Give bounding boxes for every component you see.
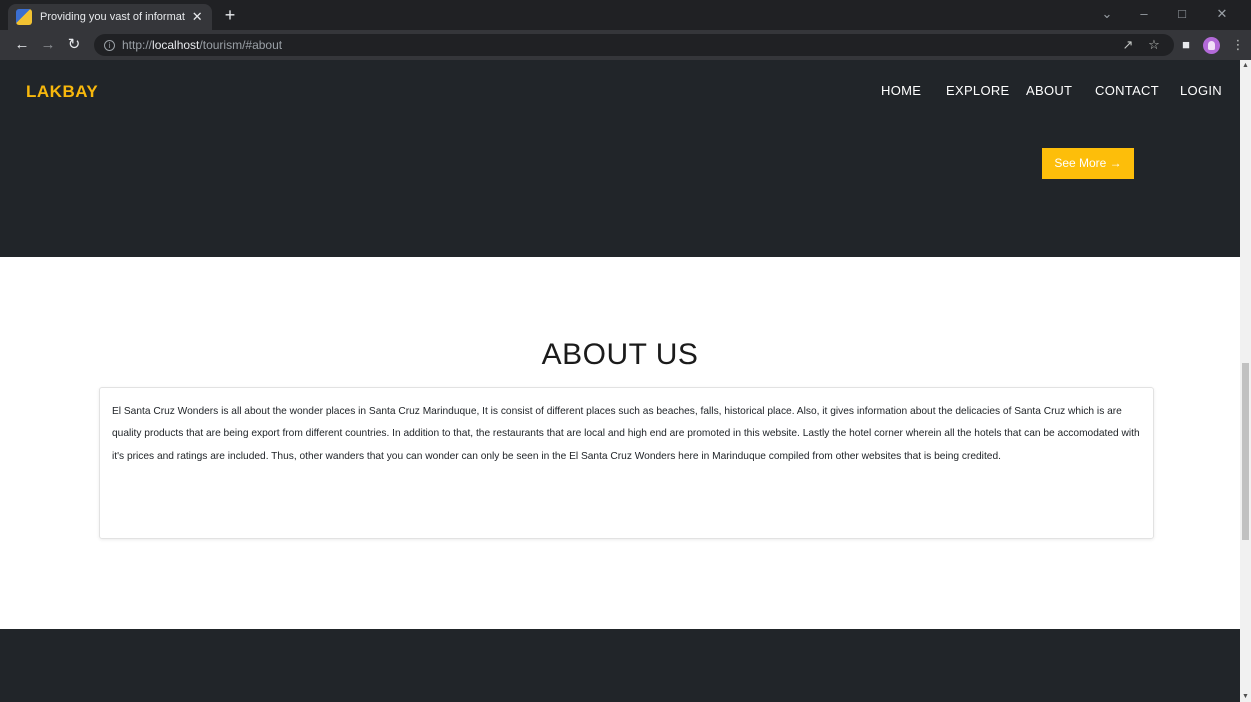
about-card: El Santa Cruz Wonders is all about the w… (99, 387, 1154, 539)
back-arrow-icon[interactable]: ← (12, 35, 32, 55)
see-more-button[interactable]: See More → (1042, 148, 1134, 179)
tab-search-icon[interactable]: ⌄ (1090, 4, 1124, 24)
nav-home[interactable]: HOME (881, 83, 921, 98)
hero-section: LAKBAY HOME EXPLORE ABOUT CONTACT LOGIN … (0, 60, 1240, 257)
about-heading: ABOUT US (541, 338, 699, 371)
brand-logo[interactable]: LAKBAY (26, 82, 98, 102)
about-text: El Santa Cruz Wonders is all about the w… (112, 406, 1140, 462)
close-window-icon[interactable]: ✕ (1205, 4, 1239, 24)
star-icon[interactable]: ☆ (1144, 35, 1164, 55)
scrollbar-thumb[interactable] (1242, 363, 1249, 540)
new-tab-button[interactable]: + (220, 5, 240, 25)
tab-title: Providing you vast of information (40, 11, 185, 23)
tab-close-icon[interactable]: ✕ (191, 9, 204, 25)
site-favicon-icon (16, 9, 32, 25)
footer (0, 629, 1240, 702)
browser-tab[interactable]: Providing you vast of information ✕ (8, 4, 212, 30)
menu-icon[interactable]: ⋮ (1228, 35, 1248, 55)
browser-toolbar: ← → ↻ i http://localhost/tourism/#about … (0, 30, 1251, 60)
sidebar-icon[interactable]: ■ (1176, 35, 1196, 55)
info-icon[interactable]: i (104, 39, 115, 51)
nav-about[interactable]: ABOUT (1026, 83, 1072, 98)
scroll-up-icon[interactable]: ▲ (1242, 62, 1249, 69)
url-text: http://localhost/tourism/#about (122, 38, 283, 52)
restore-icon[interactable]: □ (1165, 4, 1199, 24)
forward-arrow-icon[interactable]: → (38, 35, 58, 55)
profile-icon[interactable] (1203, 37, 1220, 54)
page-scrollbar[interactable]: ▲ ▼ (1240, 60, 1251, 702)
reload-icon[interactable]: ↻ (64, 35, 84, 55)
web-page: LAKBAY HOME EXPLORE ABOUT CONTACT LOGIN … (0, 60, 1240, 702)
scroll-down-icon[interactable]: ▼ (1242, 693, 1249, 700)
minimize-icon[interactable]: – (1127, 4, 1161, 24)
share-icon[interactable]: ↗ (1118, 35, 1138, 55)
nav-contact[interactable]: CONTACT (1095, 83, 1159, 98)
nav-explore[interactable]: EXPLORE (946, 83, 1010, 98)
address-bar[interactable]: i http://localhost/tourism/#about (94, 34, 1174, 56)
nav-login[interactable]: LOGIN (1180, 83, 1222, 98)
browser-tab-strip: Providing you vast of information ✕ + ⌄ … (0, 0, 1251, 30)
